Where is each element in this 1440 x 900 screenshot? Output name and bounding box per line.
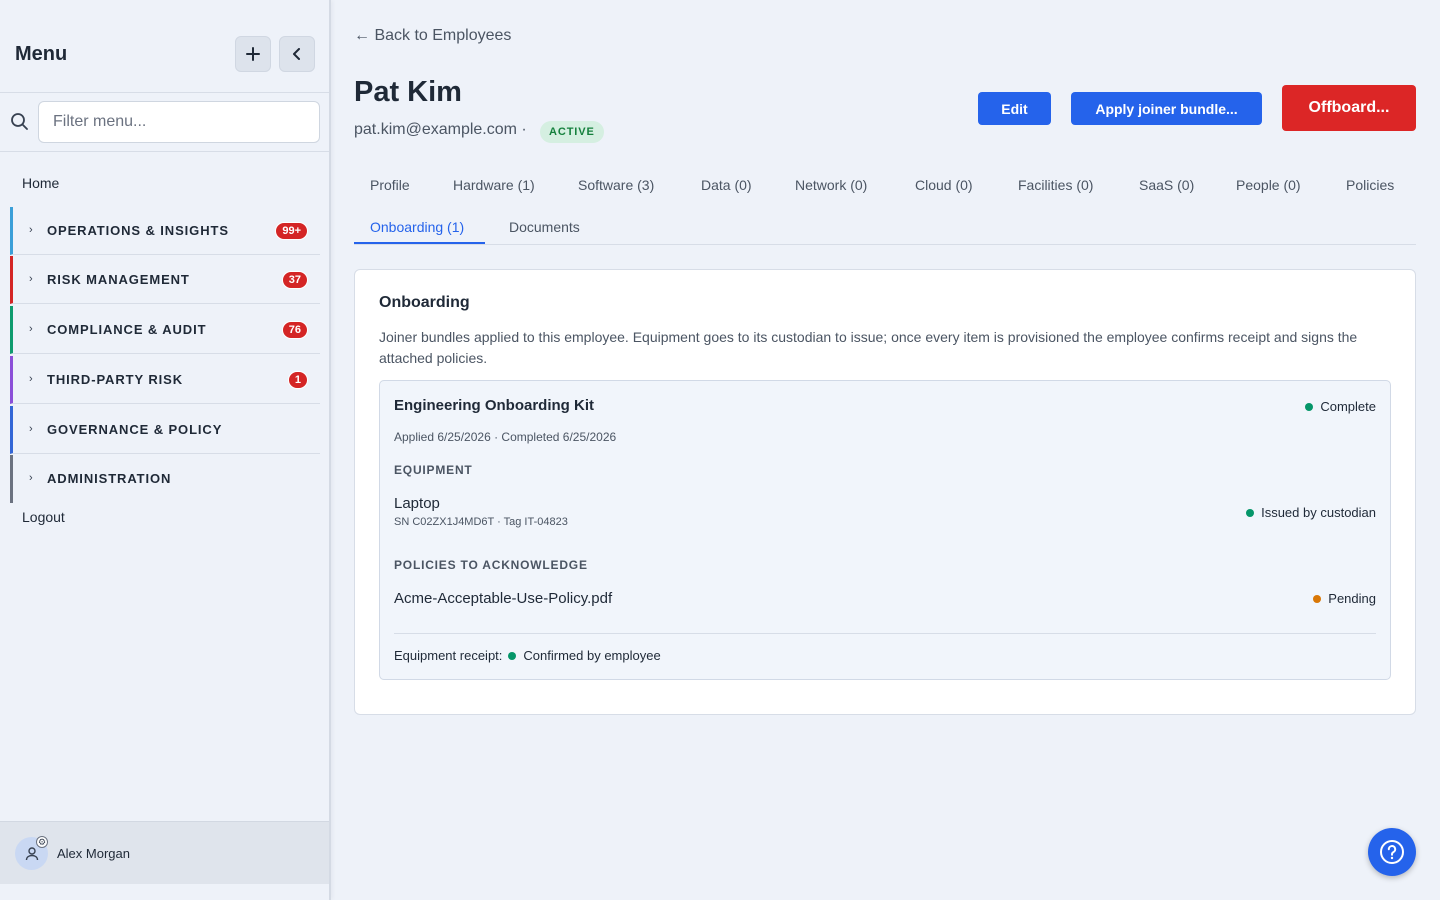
sidebar-group-label: COMPLIANCE & AUDIT bbox=[47, 322, 207, 337]
tab-people[interactable]: People (0) bbox=[1236, 177, 1301, 193]
tab-hardware[interactable]: Hardware (1) bbox=[453, 177, 535, 193]
sidebar-group-administration[interactable]: › ADMINISTRATION bbox=[10, 455, 320, 503]
sidebar-group-label: THIRD-PARTY RISK bbox=[47, 372, 183, 387]
status-dot-icon bbox=[1305, 402, 1314, 411]
card-title: Onboarding bbox=[379, 294, 470, 311]
user-footer[interactable]: ⚙ Alex Morgan bbox=[0, 821, 329, 884]
question-circle-icon bbox=[1380, 840, 1404, 864]
sidebar-group-operations-insights[interactable]: › OPERATIONS & INSIGHTS 99+ bbox=[10, 207, 320, 255]
tab-facilities[interactable]: Facilities (0) bbox=[1018, 177, 1093, 193]
tab-data[interactable]: Data (0) bbox=[701, 177, 752, 193]
chevron-right-icon: › bbox=[29, 273, 33, 285]
offboard-button[interactable]: Offboard... bbox=[1282, 85, 1416, 131]
add-menu-button[interactable] bbox=[235, 36, 271, 72]
page-title: Pat Kim bbox=[354, 76, 462, 108]
filter-menu-input[interactable] bbox=[38, 101, 320, 143]
help-button[interactable] bbox=[1368, 828, 1416, 876]
chevron-right-icon: › bbox=[29, 373, 33, 385]
sidebar-group-label: GOVERNANCE & POLICY bbox=[47, 422, 223, 437]
policies-heading: POLICIES TO ACKNOWLEDGE bbox=[394, 558, 588, 572]
employee-email: pat.kim@example.com · bbox=[354, 121, 527, 138]
sidebar-group-third-party-risk[interactable]: › THIRD-PARTY RISK 1 bbox=[10, 356, 320, 404]
tab-cloud[interactable]: Cloud (0) bbox=[915, 177, 973, 193]
tab-policies[interactable]: Policies bbox=[1346, 177, 1394, 193]
equipment-status-label: Issued by custodian bbox=[1261, 505, 1376, 520]
equipment-receipt: Equipment receipt: Confirmed by employee bbox=[394, 648, 661, 663]
count-badge: 37 bbox=[281, 271, 308, 289]
count-badge: 76 bbox=[281, 321, 308, 339]
equipment-name: Laptop bbox=[394, 495, 440, 512]
plus-icon bbox=[246, 47, 260, 61]
chevron-right-icon: › bbox=[29, 224, 33, 236]
sidebar-group-label: ADMINISTRATION bbox=[47, 471, 172, 486]
bundle-panel: Engineering Onboarding Kit Complete Appl… bbox=[379, 380, 1391, 680]
policy-status: Pending bbox=[1313, 591, 1376, 606]
sidebar-group-governance-policy[interactable]: › GOVERNANCE & POLICY bbox=[10, 406, 320, 454]
card-description: Joiner bundles applied to this employee.… bbox=[379, 329, 1358, 366]
sidebar-group-label: OPERATIONS & INSIGHTS bbox=[47, 223, 229, 238]
sidebar-group-risk-management[interactable]: › RISK MANAGEMENT 37 bbox=[10, 256, 320, 304]
tab-software[interactable]: Software (3) bbox=[578, 177, 654, 193]
sidebar-group-compliance-audit[interactable]: › COMPLIANCE & AUDIT 76 bbox=[10, 306, 320, 354]
sidebar-header: Menu bbox=[0, 0, 329, 93]
bundle-status-label: Complete bbox=[1320, 399, 1376, 414]
tab-onboarding[interactable]: Onboarding (1) bbox=[370, 219, 464, 235]
sidebar-item-home[interactable]: Home bbox=[22, 175, 59, 191]
active-tab-indicator bbox=[354, 242, 485, 244]
apply-joiner-bundle-button[interactable]: Apply joiner bundle... bbox=[1071, 92, 1262, 125]
policy-status-label: Pending bbox=[1328, 591, 1376, 606]
collapse-sidebar-button[interactable] bbox=[279, 36, 315, 72]
policy-file-link[interactable]: Acme-Acceptable-Use-Policy.pdf bbox=[394, 590, 612, 607]
user-icon bbox=[25, 846, 38, 860]
divider bbox=[394, 633, 1376, 634]
bundle-status: Complete bbox=[1305, 399, 1376, 414]
tabs-divider bbox=[354, 244, 1416, 245]
receipt-label: Equipment receipt: bbox=[394, 648, 503, 663]
edit-button[interactable]: Edit bbox=[978, 92, 1051, 125]
chevron-left-icon bbox=[293, 48, 300, 60]
count-badge: 99+ bbox=[275, 222, 308, 240]
tab-saas[interactable]: SaaS (0) bbox=[1139, 177, 1194, 193]
user-name: Alex Morgan bbox=[57, 846, 130, 861]
sidebar-title: Menu bbox=[15, 43, 68, 65]
receipt-status: Confirmed by employee bbox=[523, 648, 661, 663]
chevron-right-icon: › bbox=[29, 423, 33, 435]
status-badge: ACTIVE bbox=[540, 121, 604, 143]
tab-documents[interactable]: Documents bbox=[509, 219, 580, 235]
sidebar-search bbox=[0, 93, 329, 152]
status-dot-icon bbox=[1246, 508, 1255, 517]
tab-profile[interactable]: Profile bbox=[370, 177, 410, 193]
status-dot-icon bbox=[1313, 594, 1322, 603]
equipment-status: Issued by custodian bbox=[1246, 505, 1376, 520]
back-to-employees-link[interactable]: ← Back to Employees bbox=[354, 27, 511, 45]
chevron-right-icon: › bbox=[29, 323, 33, 335]
onboarding-card: Onboarding Joiner bundles applied to thi… bbox=[354, 269, 1416, 715]
chevron-right-icon: › bbox=[29, 472, 33, 484]
equipment-heading: EQUIPMENT bbox=[394, 463, 473, 477]
count-badge: 1 bbox=[287, 371, 308, 389]
bundle-meta: Applied 6/25/2026 · Completed 6/25/2026 bbox=[394, 430, 617, 444]
bundle-title: Engineering Onboarding Kit bbox=[394, 397, 594, 414]
sidebar: Menu Home › OPERATIONS & INSIGHTS 99+ › … bbox=[0, 0, 331, 900]
sidebar-item-logout[interactable]: Logout bbox=[22, 509, 65, 525]
settings-gear-icon: ⚙ bbox=[36, 836, 48, 848]
sidebar-group-label: RISK MANAGEMENT bbox=[47, 272, 190, 287]
equipment-serial: SN C02ZX1J4MD6T · Tag IT-04823 bbox=[394, 516, 568, 528]
tab-network[interactable]: Network (0) bbox=[795, 177, 867, 193]
status-dot-icon bbox=[508, 651, 517, 660]
search-icon bbox=[11, 113, 28, 130]
